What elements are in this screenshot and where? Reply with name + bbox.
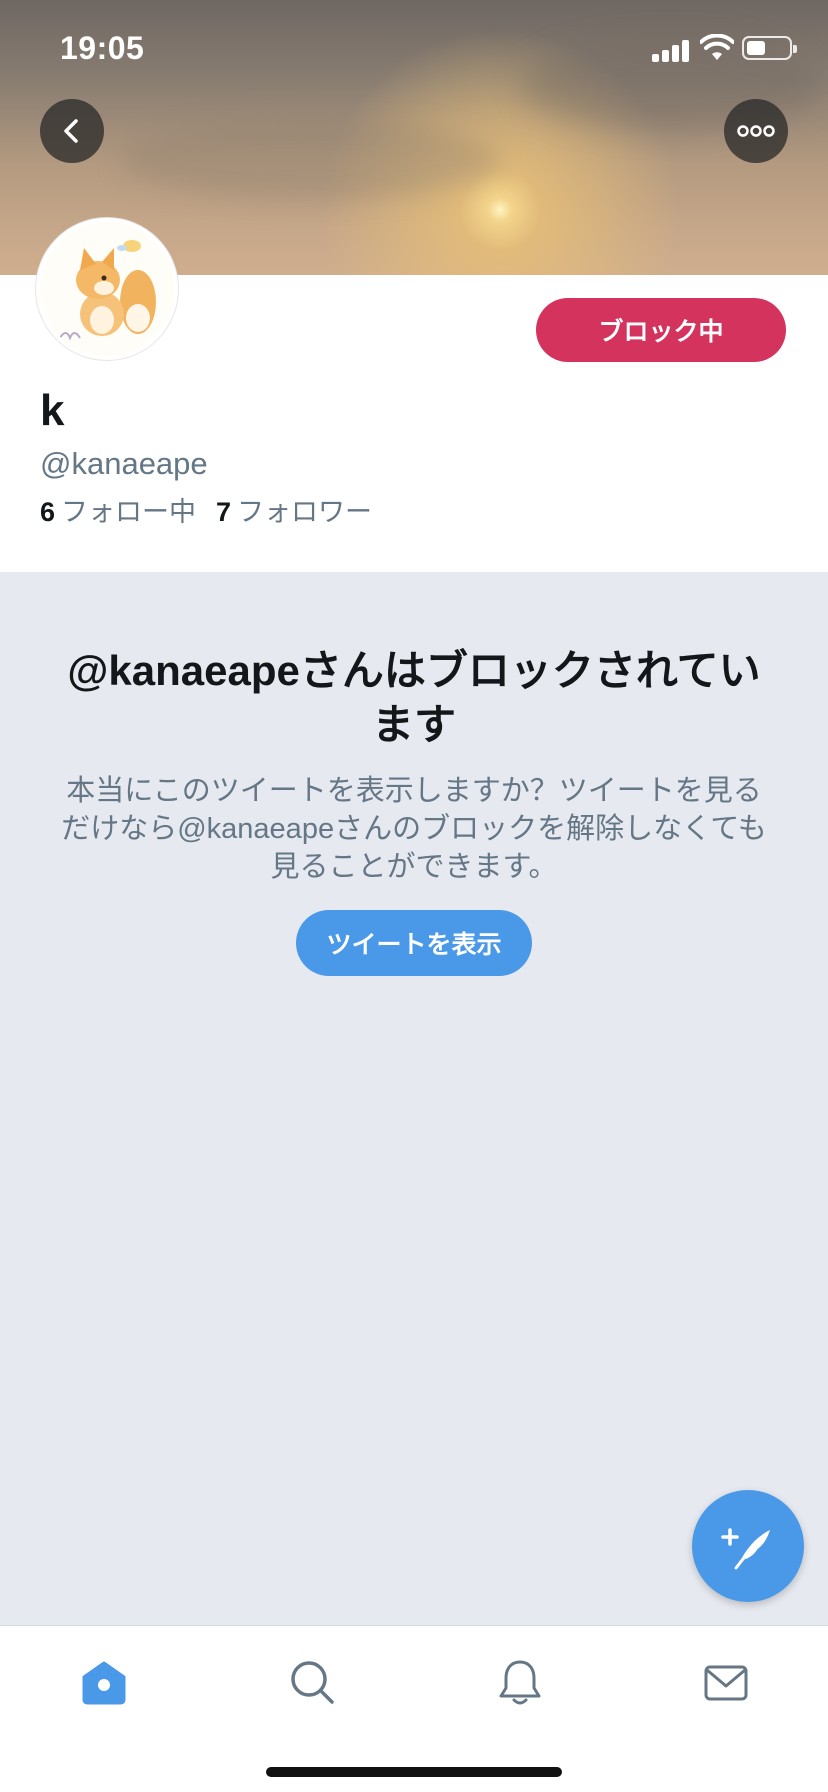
- blocked-title: @kanaeapeさんはブロックされています: [67, 647, 761, 748]
- search-icon: [291, 1661, 334, 1704]
- banner-cloud: [120, 120, 500, 200]
- more-dots-icon: [737, 125, 775, 137]
- view-tweets-button[interactable]: ツイートを表示: [296, 910, 532, 976]
- compose-feather-icon: [721, 1528, 770, 1570]
- followers-count: 7: [216, 497, 232, 527]
- following-count: 6: [40, 497, 56, 527]
- avatar[interactable]: [36, 218, 178, 360]
- follow-stats: 6 フォロー中 7 フォロワー: [40, 490, 372, 529]
- battery-icon: [742, 36, 797, 60]
- bell-icon: [499, 1660, 541, 1705]
- compose-tweet-button[interactable]: [692, 1490, 804, 1602]
- mail-icon: [704, 1665, 748, 1701]
- blocked-description: 本当にこのツイートを表示しますか？ツイートを見るだけなら@kanaeapeさんの…: [61, 775, 767, 883]
- blocking-button[interactable]: ブロック中: [536, 298, 786, 362]
- tab-messages[interactable]: [696, 1652, 756, 1712]
- status-time: 19:05: [60, 30, 145, 66]
- followers-link[interactable]: 7 フォロワー: [216, 497, 372, 527]
- home-indicator[interactable]: [266, 1767, 562, 1777]
- display-name: k: [40, 386, 65, 435]
- chevron-left-icon: [64, 119, 78, 143]
- tab-notifications[interactable]: [490, 1652, 550, 1712]
- tab-home[interactable]: [74, 1652, 134, 1712]
- wifi-icon: [700, 34, 734, 60]
- cellular-signal-icon: [652, 38, 692, 62]
- tab-search[interactable]: [282, 1652, 342, 1712]
- back-button[interactable]: [40, 99, 104, 163]
- blocked-notice-panel: @kanaeapeさんはブロックされています 本当にこのツイートを表示しますか？…: [0, 572, 828, 1625]
- following-label: フォロー中: [61, 497, 197, 527]
- following-link[interactable]: 6 フォロー中: [40, 497, 196, 527]
- user-handle: @kanaeape: [40, 446, 208, 481]
- more-options-button[interactable]: [724, 99, 788, 163]
- home-icon: [82, 1661, 126, 1705]
- followers-label: フォロワー: [237, 497, 373, 527]
- fox-avatar-image: [40, 222, 174, 356]
- bottom-tab-bar: [0, 1625, 828, 1792]
- status-bar: 19:05: [0, 0, 828, 100]
